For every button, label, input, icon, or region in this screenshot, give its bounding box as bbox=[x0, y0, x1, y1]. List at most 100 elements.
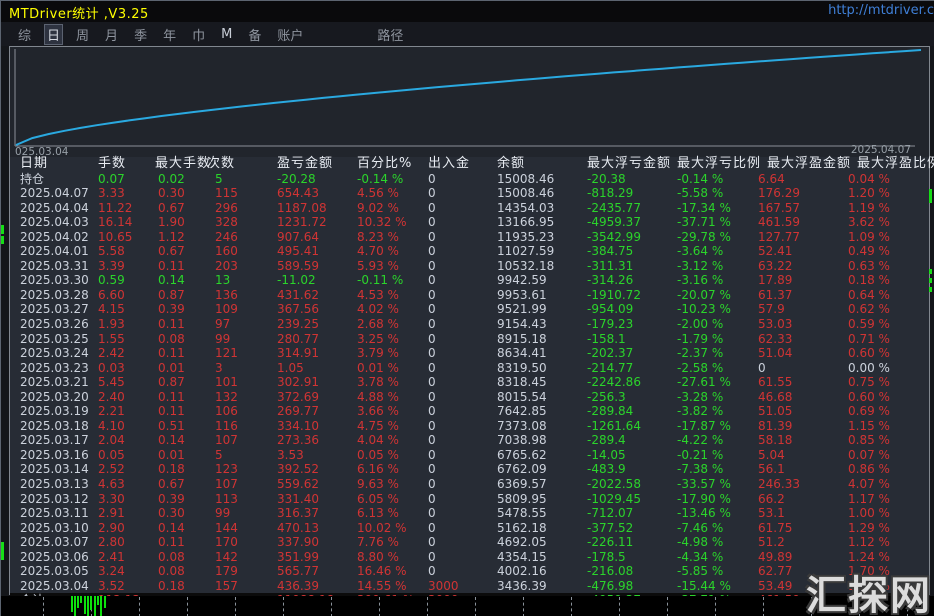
table-cell: 302.91 bbox=[277, 375, 319, 390]
table-row[interactable]: 2025.03.27 4.15 0.39 109 367.56 4.02 % 0 9521.9… bbox=[10, 302, 929, 317]
column-header[interactable]: 次数 bbox=[207, 156, 235, 172]
table-cell: 0.03 bbox=[98, 360, 125, 375]
column-header[interactable]: 手数 bbox=[98, 156, 126, 172]
table-row[interactable]: 2025.03.10 2.90 0.14 144 470.13 10.02 % 0 5162.… bbox=[10, 521, 929, 536]
table-row[interactable]: 2025.03.06 2.41 0.08 142 351.99 8.80 % 0 4354.1… bbox=[10, 550, 929, 565]
table-cell: 0 bbox=[428, 229, 436, 244]
menu-item-3[interactable]: 月 bbox=[102, 24, 121, 45]
table-row[interactable]: 2025.04.03 16.14 1.90 328 1231.72 10.32 % 0 131… bbox=[10, 215, 929, 230]
table-row[interactable]: 2025.03.13 4.63 0.67 107 559.62 9.63 % 0 6369.5… bbox=[10, 477, 929, 492]
menu-item-10[interactable]: 路径 bbox=[374, 24, 406, 45]
column-header[interactable]: 最大浮亏比例 bbox=[677, 156, 761, 172]
table-row[interactable]: 2025.03.31 3.39 0.11 203 589.59 5.93 % 0 10532.… bbox=[10, 259, 929, 274]
main-panel: 025.03.04 2025.04.07 日期 手数 最大手数 次数 盈亏金额 百分比% 出… bbox=[9, 46, 934, 608]
table-cell: 持仓 bbox=[20, 171, 45, 186]
column-header[interactable]: 最大浮亏金额 bbox=[587, 156, 671, 172]
table-cell: 1.93 bbox=[98, 317, 125, 332]
table-cell: 0.05 bbox=[98, 447, 125, 462]
table-row[interactable]: 2025.03.04 3.52 0.18 157 436.39 14.55 % 3000 34… bbox=[10, 579, 929, 594]
table-cell: 51.05 bbox=[758, 404, 793, 419]
table-cell: 0 bbox=[428, 273, 436, 288]
menu-item-9[interactable]: 账户 bbox=[274, 24, 306, 45]
table-row[interactable]: 2025.03.12 3.30 0.39 113 331.40 6.05 % 0 5809.9… bbox=[10, 492, 929, 507]
watermark: 汇探网 bbox=[806, 573, 932, 616]
table-cell: 0.30 bbox=[158, 506, 185, 521]
table-cell: 0 bbox=[428, 186, 436, 201]
table-row[interactable]: 2025.04.02 10.65 1.12 246 907.64 8.23 % 0 11935… bbox=[10, 230, 929, 245]
column-header[interactable]: 日期 bbox=[20, 156, 48, 172]
table-row[interactable]: 2025.03.24 2.42 0.11 121 314.91 3.79 % 0 8634.4… bbox=[10, 346, 929, 361]
table-row[interactable]: 2025.03.28 6.60 0.87 136 431.62 4.53 % 0 9953.6… bbox=[10, 288, 929, 303]
table-cell: 15008.46 bbox=[497, 186, 555, 201]
table-cell: 1.90 bbox=[158, 215, 185, 230]
table-row[interactable]: 2025.03.07 2.80 0.11 170 337.90 7.76 % 0 4692.0… bbox=[10, 535, 929, 550]
table-row[interactable]: 持仓 0.07 0.02 5 -20.28 -0.14 % 0 15008.46 -20.38 -… bbox=[10, 172, 929, 187]
table-row[interactable]: 2025.04.04 11.22 0.67 296 1187.08 9.02 % 0 1435… bbox=[10, 201, 929, 216]
column-header[interactable]: 余额 bbox=[497, 156, 525, 172]
table-cell: 0.67 bbox=[158, 477, 185, 492]
right-edge-marker bbox=[929, 278, 932, 283]
table-cell: -10.23 % bbox=[677, 302, 731, 317]
table-row[interactable]: 2025.03.14 2.52 0.18 123 392.52 6.16 % 0 6762.0… bbox=[10, 462, 929, 477]
column-header[interactable]: 最大浮盈比例 bbox=[857, 156, 934, 172]
table-cell: 0.18 bbox=[158, 578, 185, 593]
table-cell: 9953.61 bbox=[497, 287, 547, 302]
table-cell: 8634.41 bbox=[497, 346, 547, 361]
table-row[interactable]: 2025.03.25 1.55 0.08 99 280.77 3.25 % 0 8915.18… bbox=[10, 332, 929, 347]
menu-item-8[interactable]: 备 bbox=[245, 24, 264, 45]
table-cell: -1.79 % bbox=[677, 331, 724, 346]
table-cell: 4354.15 bbox=[497, 549, 547, 564]
table-row[interactable]: 2025.03.21 5.45 0.87 101 302.91 3.78 % 0 8318.4… bbox=[10, 375, 929, 390]
grid-line bbox=[235, 597, 236, 616]
table-row[interactable]: 2025.03.17 2.04 0.14 107 273.36 4.04 % 0 7038.9… bbox=[10, 433, 929, 448]
table-row[interactable]: 2025.03.23 0.03 0.01 3 1.05 0.01 % 0 8319.50 -21… bbox=[10, 361, 929, 376]
table-row[interactable]: 2025.04.01 5.58 0.67 160 495.41 4.70 % 0 11027.… bbox=[10, 244, 929, 259]
table-cell: -7.38 % bbox=[677, 462, 724, 477]
table-cell: 1.05 bbox=[277, 360, 304, 375]
table-cell: -483.9 bbox=[587, 462, 626, 477]
table-row[interactable]: 2025.03.19 2.21 0.11 106 269.77 3.66 % 0 7642.8… bbox=[10, 404, 929, 419]
table-cell: 0 bbox=[428, 462, 436, 477]
table-cell: 8015.54 bbox=[497, 389, 547, 404]
table-cell: 5162.18 bbox=[497, 520, 547, 535]
table-cell: 3000 bbox=[428, 578, 459, 593]
menu-item-5[interactable]: 年 bbox=[160, 24, 179, 45]
grid-line bbox=[43, 597, 44, 616]
menu-item-2[interactable]: 周 bbox=[73, 24, 92, 45]
table-cell: 2.40 bbox=[98, 389, 125, 404]
table-cell: 495.41 bbox=[277, 244, 319, 259]
app-url-link[interactable]: http://mtdriver.c bbox=[828, 3, 934, 18]
table-cell: 8.23 % bbox=[357, 229, 399, 244]
table-cell: 0.18 % bbox=[848, 273, 890, 288]
column-header[interactable]: 百分比% bbox=[357, 156, 412, 172]
menu-item-7[interactable]: M bbox=[218, 26, 235, 43]
table-cell: 0.07 bbox=[98, 171, 125, 186]
table-row[interactable]: 2025.03.26 1.93 0.11 97 239.25 2.68 % 0 9154.43… bbox=[10, 317, 929, 332]
table-cell: 62.33 bbox=[758, 331, 793, 346]
table-row[interactable]: 2025.03.11 2.91 0.30 99 316.37 6.13 % 0 5478.55… bbox=[10, 506, 929, 521]
bottom-chart-strip bbox=[1, 596, 934, 616]
table-cell: 53.1 bbox=[758, 506, 785, 521]
column-header[interactable]: 最大浮盈金额 bbox=[767, 156, 851, 172]
table-row[interactable]: 2025.03.18 4.10 0.51 116 334.10 4.75 % 0 7373.0… bbox=[10, 419, 929, 434]
table-cell: 0.14 bbox=[158, 433, 185, 448]
table-row[interactable]: 2025.03.30 0.59 0.14 13 -11.02 -0.11 % 0 9942.5… bbox=[10, 273, 929, 288]
table-row[interactable]: 2025.03.16 0.05 0.01 5 3.53 0.05 % 0 6765.62 -14… bbox=[10, 448, 929, 463]
table-row[interactable]: 2025.04.07 3.33 0.30 115 654.43 4.56 % 0 15008.… bbox=[10, 186, 929, 201]
table-row[interactable]: 2025.03.05 3.24 0.08 179 565.77 16.46 % 0 4002.… bbox=[10, 564, 929, 579]
table-cell: 0.59 % bbox=[848, 317, 890, 332]
menu-item-4[interactable]: 季 bbox=[131, 24, 150, 45]
table-cell: -1029.45 bbox=[587, 491, 641, 506]
table-cell: 17.89 bbox=[758, 273, 793, 288]
menu-item-1[interactable]: 日 bbox=[44, 23, 64, 45]
menu-item-6[interactable]: 巾 bbox=[189, 24, 208, 45]
column-header[interactable]: 盈亏金额 bbox=[277, 156, 333, 172]
table-cell: 57.9 bbox=[758, 302, 785, 317]
menu-item-0[interactable]: 综 bbox=[15, 24, 34, 45]
column-header[interactable]: 出入金 bbox=[428, 156, 470, 172]
table-cell: 2025.03.25 bbox=[20, 331, 89, 346]
grid-line bbox=[379, 597, 380, 616]
column-header[interactable]: 最大手数 bbox=[155, 156, 211, 172]
table-row[interactable]: 2025.03.20 2.40 0.11 132 372.69 4.88 % 0 8015.5… bbox=[10, 390, 929, 405]
table-cell: 4002.16 bbox=[497, 564, 547, 579]
